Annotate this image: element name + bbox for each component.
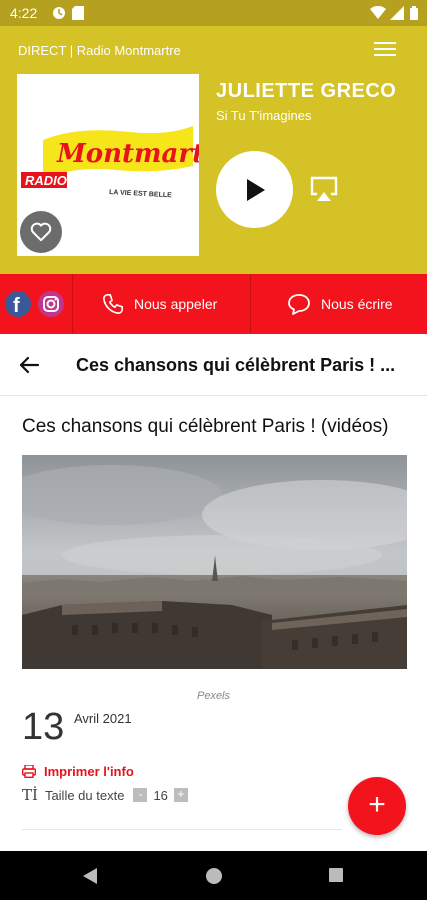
text-size-value: 16 [153,787,168,803]
station-label: DIRECT | Radio Montmartre [18,43,181,58]
write-label: Nous écrire [321,296,393,312]
nav-home-icon[interactable] [205,867,223,890]
call-button[interactable]: Nous appeler [102,274,217,334]
floating-add-button[interactable]: + [348,777,406,835]
heart-icon [30,222,52,242]
artist-name: JULIETTE GRECO [216,80,397,102]
write-button[interactable]: Nous écrire [287,274,393,334]
article-month-year: Avril 2021 [74,711,132,726]
instagram-icon[interactable] [38,291,64,317]
nav-back-icon[interactable] [82,867,98,890]
signal-icon [390,6,404,25]
facebook-icon[interactable]: f [5,291,31,317]
station-logo: Montmartre RADIO LA VIE EST BELLE [17,74,199,256]
article-day: 13 [22,706,65,748]
airplay-icon [310,176,338,201]
chat-bubble-icon [288,294,310,315]
wifi-icon [370,5,386,24]
back-button[interactable] [18,355,40,375]
arrow-left-icon [19,356,40,374]
status-bar: 4:22 [0,0,427,26]
call-label: Nous appeler [134,296,218,312]
play-icon [246,178,265,201]
article-header-title: Ces chansons qui célèbrent Paris ! ... [76,355,396,375]
increase-text-button[interactable]: + [173,788,188,802]
article-image [22,455,407,669]
svg-text:LA VIE EST BELLE: LA VIE EST BELLE [109,189,172,199]
header-divider [0,395,427,396]
print-label: Imprimer l'info [44,764,134,779]
text-size-label: Taille du texte [44,787,125,803]
text-size-control: Tİ Taille du texte - 16 + [22,786,188,804]
player-header: DIRECT | Radio Montmartre Montmartre RAD… [0,26,427,274]
battery-icon [410,6,418,25]
phone-icon [103,294,123,314]
sd-card-icon [72,6,84,25]
song-title: Si Tu T'imagines [216,108,312,123]
printer-icon [22,765,36,778]
decrease-text-button[interactable]: - [133,788,148,802]
status-time: 4:22 [10,5,38,21]
hamburger-menu-icon[interactable] [374,42,396,58]
svg-text:RADIO: RADIO [25,173,67,188]
image-caption: Pexels [196,690,231,702]
svg-text:f: f [13,295,20,317]
print-button[interactable]: Imprimer l'info [22,764,134,779]
airplay-button[interactable] [310,176,338,202]
nav-recents-icon[interactable] [328,867,344,888]
play-button[interactable] [216,151,293,228]
article-title: Ces chansons qui célèbrent Paris ! (vidé… [22,416,389,437]
divider [72,274,73,334]
favorite-button[interactable] [20,211,62,253]
notification-icon [52,6,66,25]
system-nav-bar [0,851,427,900]
svg-text:Montmartre: Montmartre [56,139,199,169]
divider [250,274,251,334]
content-divider [22,829,342,830]
text-size-icon: Tİ [22,786,38,804]
contact-bar: f Nous appeler Nous écrire [0,274,427,334]
